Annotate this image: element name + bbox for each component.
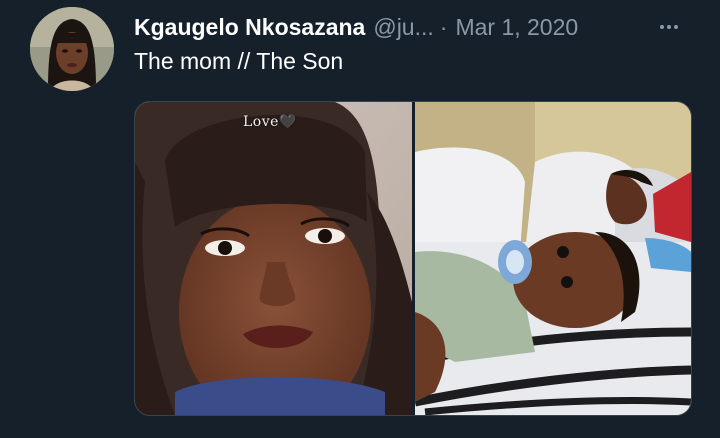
photo-mom[interactable]: Love🖤 — [135, 102, 412, 415]
tweet-text: The mom // The Son — [134, 48, 344, 74]
tweet-media[interactable]: Love🖤 — [134, 101, 692, 416]
photo-caption: Love🖤 — [243, 114, 297, 130]
separator-dot: · — [439, 13, 448, 40]
avatar-image — [30, 7, 114, 91]
tweet[interactable]: Kgaugelo Nkosazana @ju... · Mar 1, 2020 … — [0, 0, 720, 438]
photo-son[interactable] — [415, 102, 691, 415]
tweet-date[interactable]: Mar 1, 2020 — [455, 14, 578, 41]
avatar[interactable] — [30, 7, 114, 91]
user-handle[interactable]: @ju... — [373, 14, 433, 41]
tweet-header: Kgaugelo Nkosazana @ju... · Mar 1, 2020 — [134, 10, 694, 44]
photo-son-image — [415, 102, 691, 415]
more-horizontal-icon — [659, 25, 680, 29]
more-options-button[interactable] — [654, 12, 684, 42]
photo-mom-image — [135, 102, 412, 415]
display-name[interactable]: Kgaugelo Nkosazana — [134, 14, 365, 41]
